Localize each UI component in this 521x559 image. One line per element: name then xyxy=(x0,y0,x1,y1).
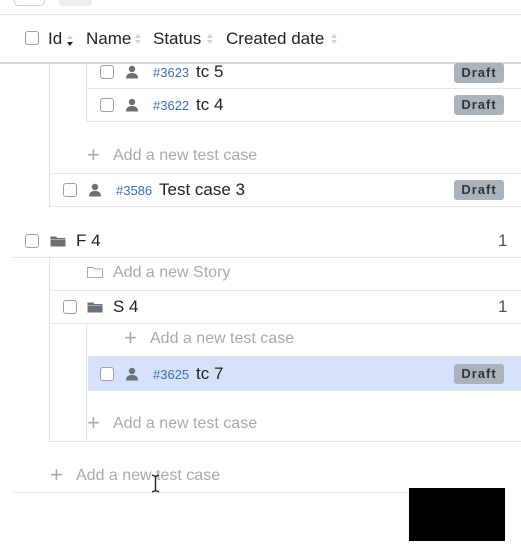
folder-icon xyxy=(50,236,66,247)
row-divider xyxy=(86,88,521,89)
row-checkbox[interactable] xyxy=(63,183,77,197)
add-test-case-button[interactable]: Add a new test case xyxy=(113,414,257,434)
redacted-block xyxy=(409,488,505,541)
toolbar-button-secondary[interactable] xyxy=(59,0,92,6)
status-badge: Draft xyxy=(454,63,504,83)
select-all-checkbox[interactable] xyxy=(25,31,39,45)
status-badge: Draft xyxy=(454,180,504,200)
row-divider xyxy=(49,441,521,442)
row-divider xyxy=(86,121,521,122)
divider xyxy=(0,14,521,15)
test-case-id[interactable]: #3622 xyxy=(153,98,189,114)
row-divider xyxy=(49,206,521,207)
user-icon xyxy=(89,183,101,197)
plus-icon[interactable]: + xyxy=(87,144,100,166)
test-case-id[interactable]: #3623 xyxy=(153,65,189,81)
tree-guide xyxy=(49,258,50,441)
test-case-id[interactable]: #3586 xyxy=(116,183,152,199)
row-checkbox[interactable] xyxy=(100,98,114,112)
sort-icon[interactable] xyxy=(134,30,142,48)
row-divider xyxy=(49,290,521,291)
sort-desc-icon[interactable] xyxy=(66,30,74,48)
row-checkbox[interactable] xyxy=(100,65,114,79)
test-case-name[interactable]: tc 5 xyxy=(196,62,223,82)
item-count: 1 xyxy=(498,231,508,250)
test-case-name[interactable]: tc 4 xyxy=(196,95,223,115)
folder-icon xyxy=(87,302,103,313)
add-test-case-button[interactable]: Add a new test case xyxy=(113,146,257,166)
text-cursor-icon xyxy=(151,474,160,493)
row-checkbox[interactable] xyxy=(63,300,77,314)
plus-icon[interactable]: + xyxy=(124,327,137,349)
status-badge: Draft xyxy=(454,364,504,384)
row-checkbox[interactable] xyxy=(25,234,39,248)
add-story-button[interactable]: Add a new Story xyxy=(113,263,230,283)
add-test-case-button[interactable]: Add a new test case xyxy=(76,466,220,486)
user-icon xyxy=(126,65,138,79)
column-header-name[interactable]: Name xyxy=(86,29,131,49)
column-header-id[interactable]: Id xyxy=(48,29,62,49)
plus-icon[interactable]: + xyxy=(50,464,63,486)
row-divider xyxy=(49,173,521,174)
status-badge: Draft xyxy=(454,95,504,115)
row-divider xyxy=(86,390,521,391)
test-case-name[interactable]: Test case 3 xyxy=(159,180,245,200)
sort-icon[interactable] xyxy=(206,30,214,48)
toolbar-button[interactable] xyxy=(14,0,45,6)
folder-name[interactable]: F 4 xyxy=(76,231,101,251)
row-divider xyxy=(13,257,521,258)
item-count: 1 xyxy=(498,297,508,316)
user-icon xyxy=(126,98,138,112)
column-header-status[interactable]: Status xyxy=(153,29,201,49)
row-divider xyxy=(49,323,521,324)
plus-icon[interactable]: + xyxy=(87,412,100,434)
sort-icon[interactable] xyxy=(330,30,338,48)
test-case-id[interactable]: #3625 xyxy=(153,367,189,383)
column-header-created-date[interactable]: Created date xyxy=(226,29,324,49)
folder-outline-icon[interactable] xyxy=(87,266,103,278)
tree-guide xyxy=(49,64,50,207)
add-test-case-button[interactable]: Add a new test case xyxy=(150,329,294,349)
test-case-name[interactable]: tc 7 xyxy=(196,364,223,384)
user-icon xyxy=(126,367,138,381)
row-checkbox[interactable] xyxy=(100,367,114,381)
row-divider xyxy=(13,492,408,493)
story-name[interactable]: S 4 xyxy=(113,297,139,317)
